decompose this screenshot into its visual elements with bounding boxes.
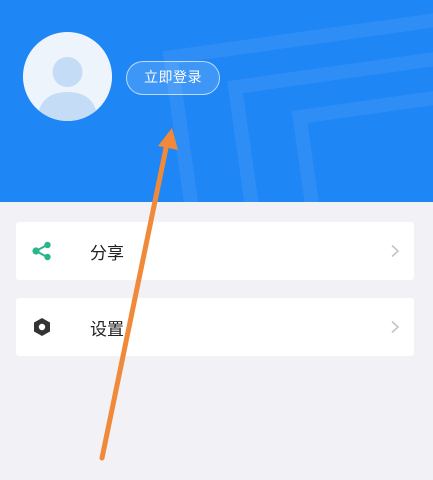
share-icon	[31, 240, 53, 262]
profile-header: 立即登录	[0, 0, 433, 202]
chevron-right-icon	[390, 320, 400, 334]
menu-item-settings[interactable]: 设置	[16, 298, 414, 356]
menu-item-label: 设置	[90, 319, 124, 340]
menu-item-share[interactable]: 分享	[16, 222, 414, 280]
menu-item-label: 分享	[90, 243, 124, 264]
chevron-right-icon	[390, 244, 400, 258]
settings-hexagon-icon	[31, 316, 53, 338]
default-user-icon	[23, 32, 112, 121]
login-button[interactable]: 立即登录	[126, 61, 220, 95]
avatar[interactable]	[23, 32, 112, 121]
